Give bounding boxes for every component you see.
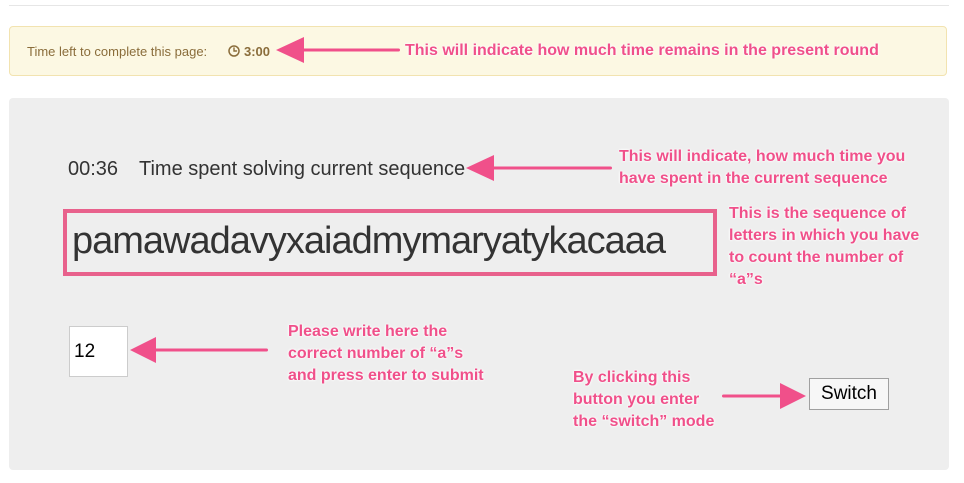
annotation-time-remaining: This will indicate how much time remains… [405, 40, 879, 62]
annotation-line: the “switch” mode [573, 413, 715, 430]
annotation-line: and press enter to submit [288, 367, 484, 384]
annotation-input: Please write here the correct number of … [288, 321, 484, 387]
annotation-switch: By clicking this button you enter the “s… [573, 367, 714, 433]
top-divider [9, 5, 949, 6]
annotation-line: letters in which you have [729, 227, 920, 244]
switch-button[interactable]: Switch [809, 378, 889, 410]
letter-sequence: pamawadavyxaiadmymaryatykacaaa [72, 220, 666, 262]
time-left-value: 3:00 [244, 44, 271, 59]
annotation-line: correct number of “a”s [288, 345, 464, 362]
annotation-line: By clicking this [573, 369, 691, 386]
annotation-line: to count the number of [729, 249, 904, 266]
annotation-line: Please write here the [288, 323, 448, 340]
clock-icon [228, 45, 240, 57]
annotation-line: button you enter [573, 391, 700, 408]
annotation-sequence: This is the sequence of letters in which… [729, 203, 919, 291]
time-left-label: Time left to complete this page: [27, 44, 208, 59]
annotation-line: “a”s [729, 271, 763, 288]
annotation-line: have spent in the current sequence [619, 170, 888, 187]
annotation-line: This will indicate, how much time you [619, 148, 906, 165]
page: Time left to complete this page: 3:00 00… [0, 0, 964, 483]
sequence-highlight-box: pamawadavyxaiadmymaryatykacaaa [63, 209, 717, 276]
annotation-time-spent: This will indicate, how much time you ha… [619, 146, 905, 190]
annotation-line: This will indicate how much time remains… [405, 42, 879, 59]
elapsed-time-label: Time spent solving current sequence [139, 158, 466, 180]
a-count-input[interactable] [69, 326, 128, 377]
annotation-line: This is the sequence of [729, 205, 906, 222]
elapsed-time: 00:36 [68, 158, 119, 180]
